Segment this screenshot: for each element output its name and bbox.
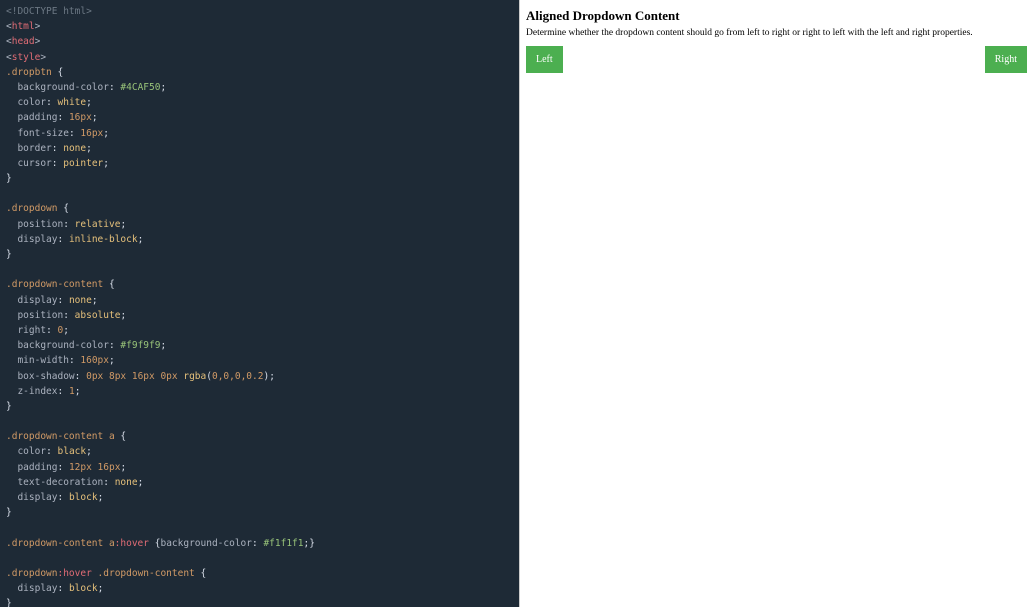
- preview-heading: Aligned Dropdown Content: [526, 8, 1027, 24]
- left-button[interactable]: Left: [526, 46, 563, 73]
- tag-head-open: <head>: [6, 36, 40, 47]
- dropdown-right[interactable]: Right: [985, 46, 1027, 73]
- sel-dropdown: .dropdown: [6, 203, 57, 214]
- sel-dc: .dropdown-content: [6, 279, 103, 290]
- tag-html-open: <html>: [6, 21, 40, 32]
- preview-pane: Aligned Dropdown Content Determine wheth…: [519, 0, 1033, 607]
- sel-dca: .dropdown-content a: [6, 431, 115, 442]
- right-button[interactable]: Right: [985, 46, 1027, 73]
- preview-paragraph: Determine whether the dropdown content s…: [526, 28, 1027, 38]
- tag-style-open: <style>: [6, 52, 46, 63]
- code-editor-pane[interactable]: <!DOCTYPE html> <html> <head> <style> .d…: [0, 0, 519, 607]
- doctype: <!DOCTYPE html>: [6, 6, 92, 17]
- sel-dropbtn: .dropbtn: [6, 67, 52, 78]
- dropdown-left[interactable]: Left: [526, 46, 563, 73]
